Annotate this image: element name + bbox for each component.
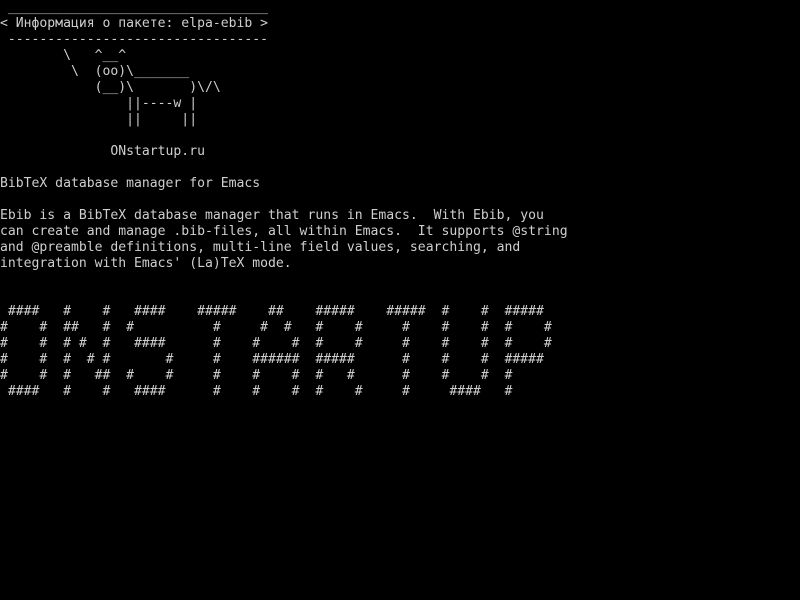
banner-line-6: #### # # #### # # # # # # #### # [0,384,513,399]
banner-line-1: #### # # #### ##### ## ##### ##### # # #… [0,304,544,319]
package-description-line-3: and @preamble definitions, multi-line fi… [0,240,521,255]
ascii-cow-line-4: ||----w | [0,96,198,111]
ascii-cow-line-1: \ ^__^ [0,48,127,63]
package-description-line-1: Ebib is a BibTeX database manager that r… [0,208,544,223]
banner-line-5: # # # ## # # # # # # # # # # # [0,368,513,383]
speech-bubble-text: < Информация о пакете: elpa-ebib > [0,16,269,31]
banner-line-3: # # # # # #### # # # # # # # # # # [0,336,552,351]
package-description-line-4: integration with Emacs' (La)TeX mode. [0,256,292,271]
ascii-cow-line-5: || || [0,112,198,127]
terminal-screen[interactable]: _________________________________ < Инфо… [0,0,800,600]
package-description-line-2: can create and manage .bib-files, all wi… [0,224,568,239]
package-summary: BibTeX database manager for Emacs [0,176,261,191]
banner-line-4: # # # # # # # ###### ##### # # # ##### [0,352,544,367]
site-label: ONstartup.ru [0,144,205,159]
banner-line-2: # # ## # # # # # # # # # # # # [0,320,552,335]
ascii-cow-line-2: \ (oo)\_______ [0,64,190,79]
ascii-cow-line-3: (__)\ )\/\ [0,80,221,95]
speech-bubble-bottom-border: --------------------------------- [0,32,269,47]
speech-bubble-top-border: _________________________________ [0,0,269,15]
